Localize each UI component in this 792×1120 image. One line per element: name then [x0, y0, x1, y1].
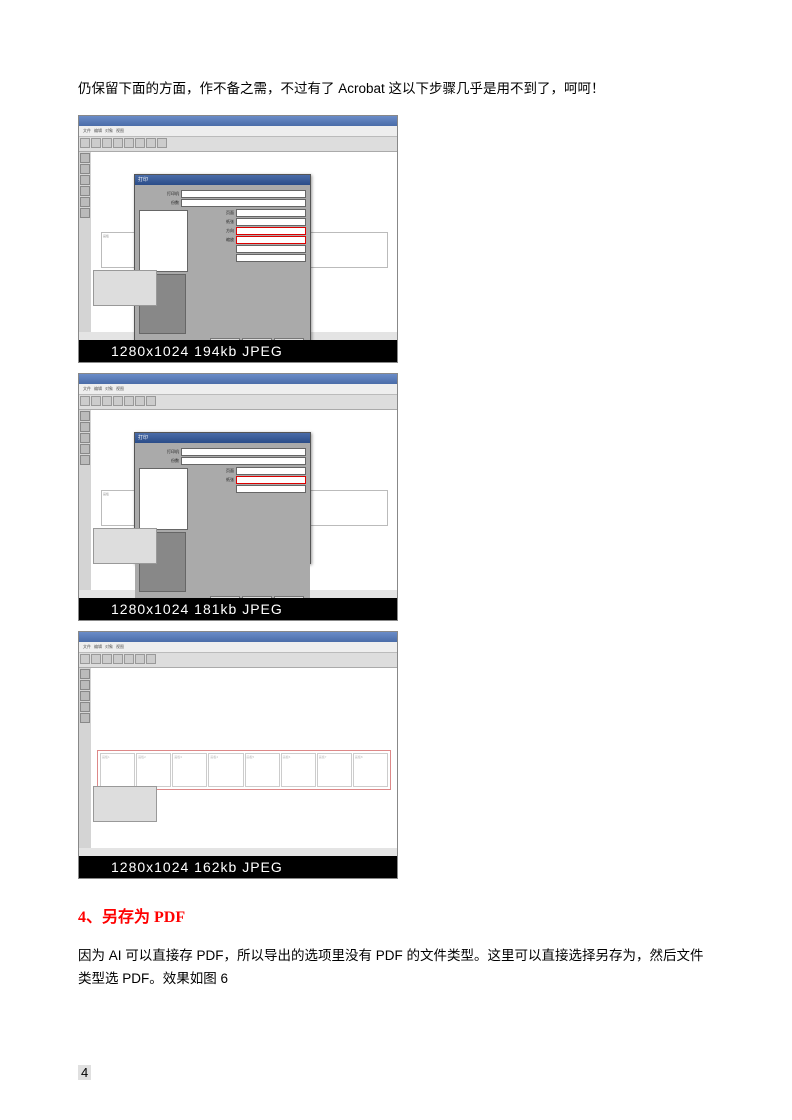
- menubar: 文件编辑对象视图: [79, 384, 397, 395]
- field: [236, 218, 306, 226]
- bottom-panel: [93, 270, 157, 306]
- artboard: 画板2: [136, 753, 171, 787]
- caption: 1280x1024 194kb JPEG: [79, 340, 397, 362]
- titlebar: [79, 374, 397, 384]
- settings-list: [139, 210, 188, 272]
- toolbar: [79, 653, 397, 668]
- caption: 1280x1024 162kb JPEG: [79, 856, 397, 878]
- titlebar: [79, 632, 397, 642]
- menubar: 文件编辑对象视图: [79, 642, 397, 653]
- dialog-title: 打印: [135, 175, 310, 185]
- menubar: 文件编辑对象视图: [79, 126, 397, 137]
- settings-list: [139, 468, 188, 530]
- field-label: 缩放: [194, 237, 234, 243]
- artboard: 画板8: [353, 753, 388, 787]
- field: [236, 254, 306, 262]
- field-label: 页面: [194, 210, 234, 216]
- caption: 1280x1024 181kb JPEG: [79, 598, 397, 620]
- field-label: 打印机: [139, 449, 179, 455]
- artboard: 画板5: [245, 753, 280, 787]
- artboard-strip: 画板1 画板2 画板3 画板4 画板5 画板6 画板7 画板8: [97, 750, 391, 790]
- field-label: 页面: [194, 468, 234, 474]
- print-dialog: 打印 打印机 份数 页面 纸张 方向 缩放: [134, 174, 311, 355]
- artboard: 画板7: [317, 753, 352, 787]
- print-dialog: 打印 打印机 份数 页面 纸张: [134, 432, 311, 564]
- bottom-panel: [93, 786, 157, 822]
- field-label: 份数: [139, 200, 179, 206]
- artboard: 画板3: [172, 753, 207, 787]
- field: [181, 199, 306, 207]
- titlebar: [79, 116, 397, 126]
- bottom-panel: [93, 528, 157, 564]
- paragraph-2: 因为 AI 可以直接存 PDF，所以导出的选项里没有 PDF 的文件类型。这里可…: [78, 945, 714, 991]
- field-label: 方向: [194, 228, 234, 234]
- screenshot-3: 文件编辑对象视图 画板1 画板2 画板3 画板4 画板5 画板6 画板7 画板8: [78, 631, 398, 879]
- field-label: 纸张: [194, 477, 234, 483]
- dialog-title: 打印: [135, 433, 310, 443]
- field-label: 纸张: [194, 219, 234, 225]
- field: [236, 467, 306, 475]
- toolbar: [79, 137, 397, 152]
- page-number: 4: [78, 1065, 91, 1080]
- artboard: 画板1: [100, 753, 135, 787]
- field-highlighted: [236, 227, 306, 235]
- screenshot-1: 文件编辑对象视图 画板 画板 打印 打印机 份数: [78, 115, 398, 363]
- field: [236, 209, 306, 217]
- artboard: 画板4: [208, 753, 243, 787]
- toolbar: [79, 395, 397, 410]
- field: [236, 245, 306, 253]
- field: [236, 485, 306, 493]
- field: [181, 448, 306, 456]
- field-label: 份数: [139, 458, 179, 464]
- paragraph-1: 仍保留下面的方面，作不备之需，不过有了 Acrobat 这以下步骤几乎是用不到了…: [78, 78, 714, 101]
- screenshot-2: 文件编辑对象视图 画板 画板 打印 打印机 份数: [78, 373, 398, 621]
- field: [181, 190, 306, 198]
- field: [181, 457, 306, 465]
- field-highlighted: [236, 236, 306, 244]
- section-heading: 4、另存为 PDF: [78, 903, 714, 927]
- field-label: 打印机: [139, 191, 179, 197]
- artboard: 画板6: [281, 753, 316, 787]
- field-highlighted: [236, 476, 306, 484]
